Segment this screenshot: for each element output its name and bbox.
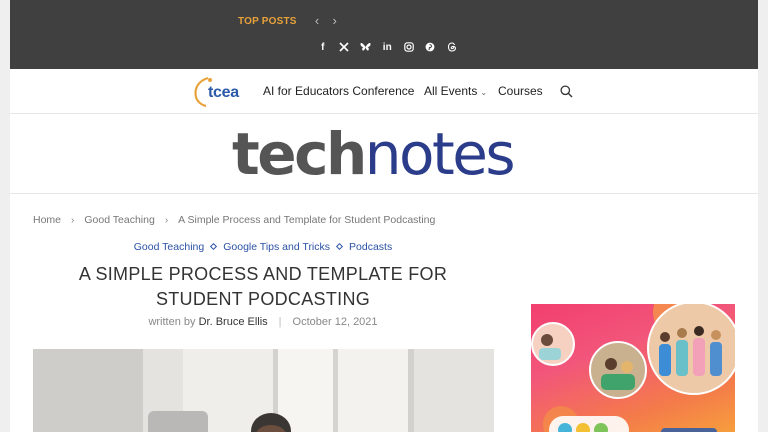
chevron-down-icon: ⌄ <box>480 88 488 97</box>
top-posts-label: TOP POSTS <box>238 16 297 27</box>
category-good-teaching[interactable]: Good Teaching <box>134 241 204 253</box>
brand-part-tech: tech <box>232 120 367 188</box>
logo-text: tcea <box>208 84 239 101</box>
breadcrumb-separator-icon: › <box>71 215 75 226</box>
diamond-separator-icon <box>210 242 218 251</box>
hero-image <box>33 349 494 432</box>
main-nav: tcea AI for Educators Conference All Eve… <box>10 69 758 114</box>
social-links: f in <box>312 40 463 54</box>
byline-prefix: written by <box>148 316 196 328</box>
article-date: October 12, 2021 <box>292 316 378 328</box>
title-line-2: STUDENT PODCASTING <box>155 289 371 309</box>
nav-item-all-events[interactable]: All Events ⌄ <box>424 84 487 98</box>
nav-item-courses[interactable]: Courses <box>498 84 543 98</box>
prev-arrow-icon[interactable]: ‹ <box>310 13 324 28</box>
brand-part-notes: notes <box>364 120 516 188</box>
nav-item-label: All Events <box>424 84 478 98</box>
breadcrumb-home[interactable]: Home <box>33 214 61 226</box>
technotes-logo[interactable]: technotes <box>232 118 516 190</box>
top-bar: TOP POSTS ‹ › f in <box>10 0 758 69</box>
article-categories: Good Teaching Google Tips and Tricks Podca… <box>10 241 516 253</box>
ad-illustration <box>531 304 735 432</box>
next-arrow-icon[interactable]: › <box>328 13 342 28</box>
x-icon[interactable] <box>334 40 356 54</box>
breadcrumb-current: A Simple Process and Template for Studen… <box>178 214 436 226</box>
diamond-separator-icon <box>335 242 344 251</box>
breadcrumb-separator-icon: › <box>164 215 169 226</box>
site-brand: technotes <box>10 114 758 194</box>
title-line-1: A SIMPLE PROCESS AND TEMPLATE FOR <box>78 264 448 284</box>
author-link[interactable]: Dr. Bruce Ellis <box>199 316 268 328</box>
nav-item-ai-conference[interactable]: AI for Educators Conference <box>263 84 414 98</box>
linkedin-icon[interactable]: in <box>377 40 399 54</box>
article-title: A SIMPLE PROCESS AND TEMPLATE FOR STUDEN… <box>10 262 516 312</box>
breadcrumb: Home › Good Teaching › A Simple Process and … <box>33 214 435 226</box>
breadcrumb-good-teaching[interactable]: Good Teaching <box>84 214 154 226</box>
byline-divider: | <box>278 316 282 328</box>
category-podcasts[interactable]: Podcasts <box>349 241 392 253</box>
page-frame: TOP POSTS ‹ › f in tcea AI for Educators… <box>10 0 758 432</box>
sidebar-ad-banner[interactable] <box>531 304 735 432</box>
facebook-icon[interactable]: f <box>312 40 334 54</box>
category-google-tips[interactable]: Google Tips and Tricks <box>223 241 330 253</box>
article-byline: written by Dr. Bruce Ellis | October 12, 2… <box>10 316 516 328</box>
top-posts-nav: ‹ › <box>310 13 342 28</box>
pinterest-icon[interactable] <box>420 40 442 54</box>
threads-icon[interactable] <box>441 40 463 54</box>
instagram-icon[interactable] <box>398 40 420 54</box>
hero-image-illustration <box>33 349 494 432</box>
search-icon[interactable] <box>560 85 573 103</box>
tcea-logo[interactable]: tcea <box>192 75 256 109</box>
bluesky-icon[interactable] <box>355 40 377 54</box>
